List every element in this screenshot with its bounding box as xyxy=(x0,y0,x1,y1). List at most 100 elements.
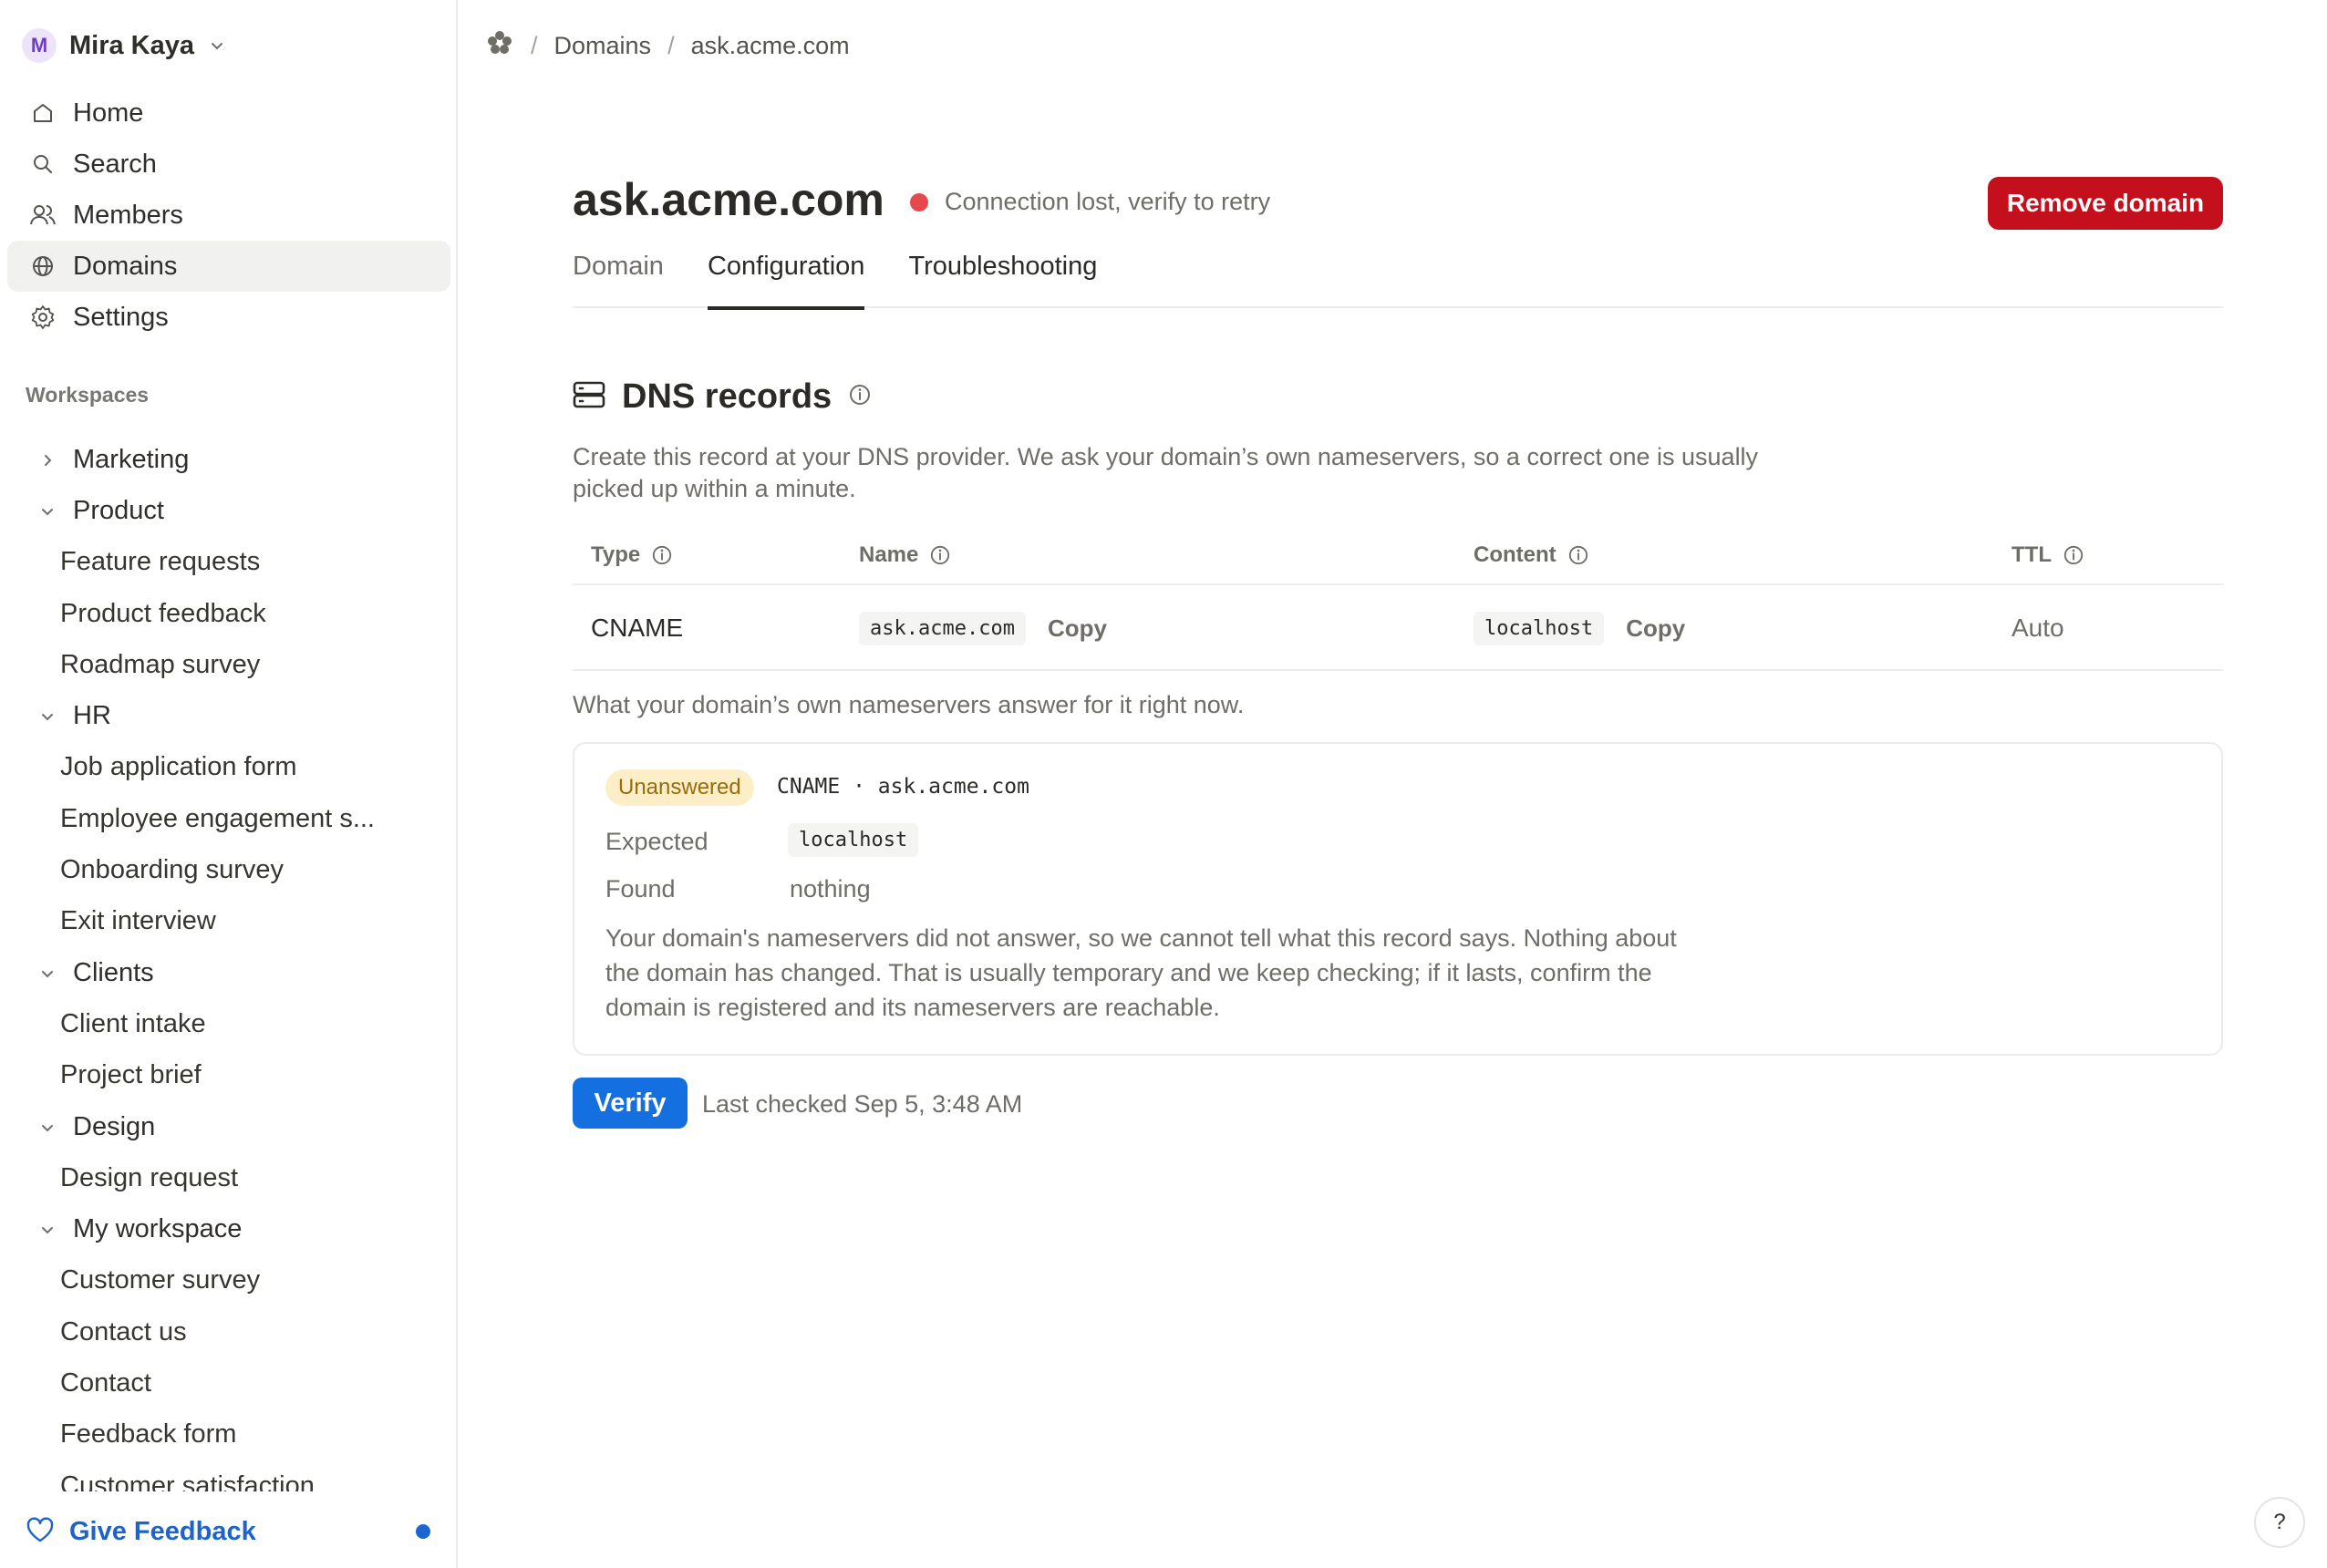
heart-icon xyxy=(26,1516,55,1548)
table-row: CNAME ask.acme.com Copy localhost Copy A… xyxy=(573,585,2223,671)
breadcrumb-current: ask.acme.com xyxy=(690,31,850,59)
info-icon[interactable] xyxy=(929,544,951,566)
nav-label: Home xyxy=(73,98,144,128)
members-icon xyxy=(27,200,58,231)
info-icon[interactable] xyxy=(651,544,673,566)
form-item[interactable]: Contact xyxy=(0,1357,456,1408)
answer-record: CNAME · ask.acme.com xyxy=(777,775,1029,799)
column-label: Type xyxy=(591,542,641,567)
workspace-label: My workspace xyxy=(73,1214,243,1244)
status-indicator: Connection lost, verify to retry xyxy=(910,188,1270,216)
record-ttl: Auto xyxy=(2012,614,2064,642)
verify-button[interactable]: Verify xyxy=(573,1078,688,1129)
column-label: Name xyxy=(859,542,919,567)
copy-content-button[interactable]: Copy xyxy=(1626,614,1685,643)
info-icon[interactable] xyxy=(1567,544,1589,566)
form-item[interactable]: Product feedback xyxy=(0,588,456,639)
workspace-marketing[interactable]: Marketing xyxy=(0,434,456,485)
record-type: CNAME xyxy=(591,614,684,642)
form-item[interactable]: Exit interview xyxy=(0,896,456,947)
form-item[interactable]: Design request xyxy=(0,1152,456,1203)
workspace-label: Design xyxy=(73,1111,156,1141)
nameserver-answer-label: What your domain’s own nameservers answe… xyxy=(573,691,1245,718)
section-title: DNS records xyxy=(622,377,833,416)
form-item[interactable]: Job application form xyxy=(0,742,456,793)
user-menu[interactable]: M Mira Kaya xyxy=(22,26,227,66)
info-icon[interactable] xyxy=(2063,544,2084,566)
nav-item-members[interactable]: Members xyxy=(7,190,450,241)
help-button[interactable]: ? xyxy=(2254,1497,2305,1548)
form-item[interactable]: Customer survey xyxy=(0,1255,456,1306)
search-icon xyxy=(27,149,58,180)
form-item[interactable]: Client intake xyxy=(0,998,456,1049)
workspace-hr[interactable]: HR xyxy=(0,690,456,741)
chevron-down-icon xyxy=(40,1112,55,1142)
column-type: Type xyxy=(591,542,673,568)
form-item[interactable]: Employee engagement s... xyxy=(0,793,456,844)
chevron-down-icon xyxy=(40,496,55,526)
breadcrumb: / Domains / ask.acme.com xyxy=(485,26,850,66)
form-item[interactable]: Contact us xyxy=(0,1306,456,1357)
expected-value-wrap: localhost xyxy=(788,823,919,857)
feedback-label: Give Feedback xyxy=(69,1516,256,1546)
form-item[interactable]: Feature requests xyxy=(0,537,456,588)
nav-label: Members xyxy=(73,200,183,230)
chevron-down-icon xyxy=(40,958,55,988)
chevron-down-icon xyxy=(207,36,227,56)
workspace-product[interactable]: Product xyxy=(0,485,456,536)
record-name-cell: ask.acme.com Copy xyxy=(859,585,1107,671)
expected-label: Expected xyxy=(605,828,708,855)
copy-name-button[interactable]: Copy xyxy=(1048,614,1107,643)
dns-table: Type Name Content TTL CNAME ask.acme.com… xyxy=(573,527,2223,671)
remove-domain-button[interactable]: Remove domain xyxy=(1988,177,2223,230)
answer-explanation: Your domain's nameservers did not answer… xyxy=(605,924,1677,1021)
record-content-cell: localhost Copy xyxy=(1474,585,1685,671)
chevron-down-icon xyxy=(40,701,55,731)
form-item[interactable]: Onboarding survey xyxy=(0,844,456,895)
breadcrumb-separator: / xyxy=(531,31,538,59)
column-label: TTL xyxy=(2012,542,2052,567)
breadcrumb-separator: / xyxy=(667,31,675,59)
dns-records-heading: DNS records xyxy=(573,377,872,417)
user-name: Mira Kaya xyxy=(69,30,195,60)
tab-bar: Domain Configuration Troubleshooting xyxy=(573,246,2223,310)
column-name: Name xyxy=(859,542,951,568)
workspace-clients[interactable]: Clients xyxy=(0,947,456,998)
nav-label: Search xyxy=(73,149,157,179)
info-icon[interactable] xyxy=(848,383,872,411)
column-content: Content xyxy=(1474,542,1589,568)
chevron-right-icon xyxy=(40,445,55,475)
last-checked-text: Last checked Sep 5, 3:48 AM xyxy=(702,1090,1023,1118)
chevron-down-icon xyxy=(40,1214,55,1244)
status-badge: Unanswered xyxy=(605,769,754,806)
found-value: nothing xyxy=(790,875,871,903)
column-ttl: TTL xyxy=(2012,542,2084,568)
tab-troubleshooting[interactable]: Troubleshooting xyxy=(908,246,1097,308)
status-dot xyxy=(910,192,928,211)
breadcrumb-domains[interactable]: Domains xyxy=(554,32,652,60)
logo-icon[interactable] xyxy=(485,28,514,64)
main-nav: Home Search Members Domains Settings xyxy=(7,88,450,343)
give-feedback-button[interactable]: Give Feedback xyxy=(26,1506,436,1557)
record-name: ask.acme.com xyxy=(859,611,1026,645)
tab-configuration[interactable]: Configuration xyxy=(707,246,864,310)
nav-item-domains[interactable]: Domains xyxy=(7,241,450,292)
tab-domain[interactable]: Domain xyxy=(573,246,664,308)
nav-item-search[interactable]: Search xyxy=(7,139,450,190)
workspace-tree: Marketing Product Feature requests Produ… xyxy=(0,434,456,1491)
form-item[interactable]: Feedback form xyxy=(0,1409,456,1460)
form-item[interactable]: Project brief xyxy=(0,1050,456,1101)
workspace-design[interactable]: Design xyxy=(0,1101,456,1152)
home-icon xyxy=(27,98,58,129)
nameserver-answer-card: Unanswered CNAME · ask.acme.com Expected… xyxy=(573,742,2223,1056)
workspace-my-workspace[interactable]: My workspace xyxy=(0,1203,456,1254)
form-item[interactable]: Roadmap survey xyxy=(0,639,456,690)
page-title: ask.acme.com xyxy=(573,174,884,225)
nav-item-settings[interactable]: Settings xyxy=(7,292,450,343)
status-text: Connection lost, verify to retry xyxy=(945,188,1271,215)
form-item[interactable]: Customer satisfaction xyxy=(0,1460,456,1491)
globe-icon xyxy=(27,251,58,282)
nav-label: Domains xyxy=(73,251,178,281)
nav-item-home[interactable]: Home xyxy=(7,88,450,139)
workspace-label: Product xyxy=(73,495,164,525)
